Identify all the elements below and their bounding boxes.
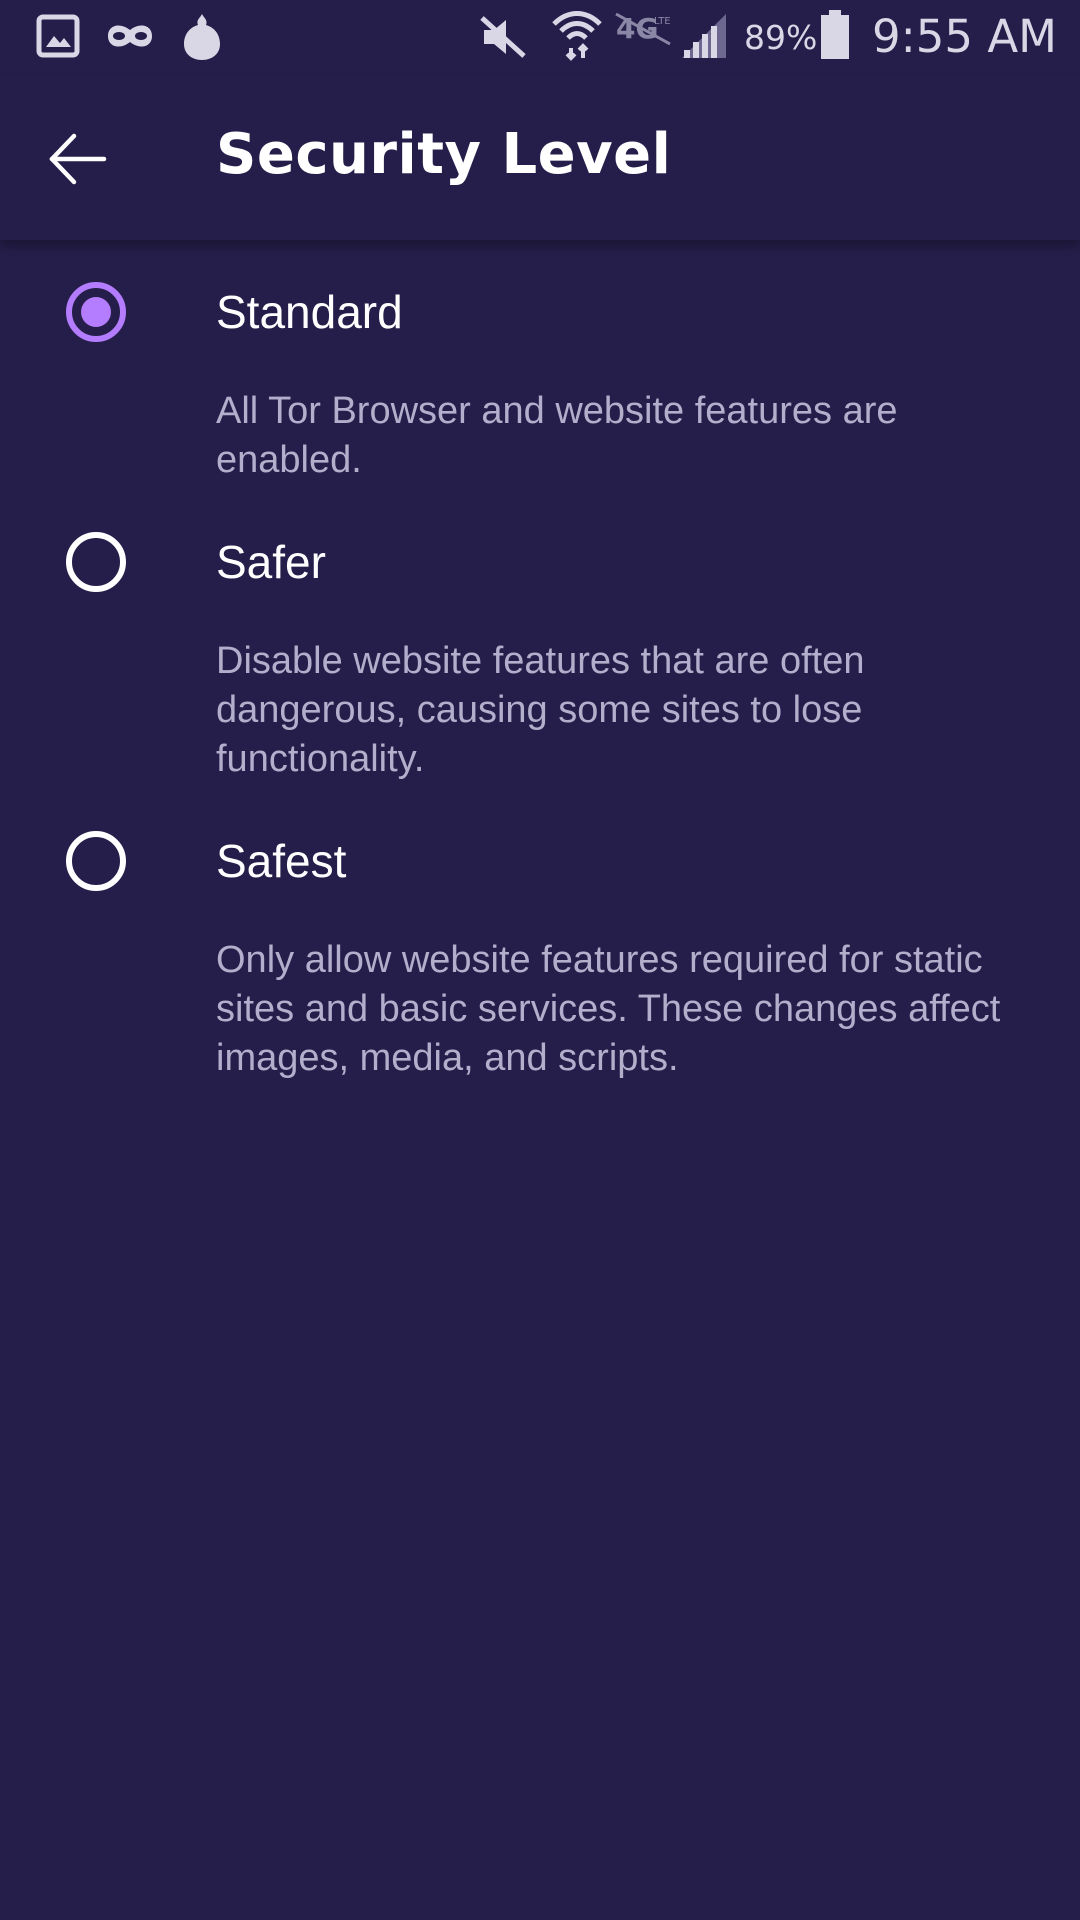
wifi-icon bbox=[552, 11, 602, 61]
app-bar: Security Level bbox=[0, 76, 1080, 240]
option-standard-label: Standard bbox=[216, 286, 403, 338]
back-button[interactable] bbox=[46, 128, 108, 190]
battery-percent: 89% bbox=[744, 18, 818, 57]
battery-icon bbox=[821, 10, 849, 59]
option-safest[interactable]: Safest Only allow website features requi… bbox=[0, 789, 1080, 1089]
radio-safest[interactable] bbox=[66, 831, 126, 891]
lte-icon: 4G LTE bbox=[615, 12, 671, 46]
incognito-mask-icon bbox=[108, 25, 152, 47]
option-safest-label: Safest bbox=[216, 835, 347, 887]
option-safer-label: Safer bbox=[216, 536, 326, 588]
option-standard-description: All Tor Browser and website features are… bbox=[216, 390, 898, 481]
cell-signal-icon bbox=[682, 14, 726, 58]
option-standard[interactable]: Standard All Tor Browser and website fea… bbox=[0, 240, 1080, 490]
gallery-icon bbox=[36, 14, 80, 58]
radio-safer[interactable] bbox=[66, 532, 126, 592]
radio-standard[interactable] bbox=[66, 282, 126, 342]
page-title: Security Level bbox=[216, 122, 672, 187]
status-clock: 9:55 AM bbox=[872, 10, 1057, 63]
mute-icon bbox=[480, 16, 526, 58]
tor-onion-icon bbox=[184, 14, 220, 60]
option-safer[interactable]: Safer Disable website features that are … bbox=[0, 490, 1080, 790]
option-safest-description: Only allow website features required for… bbox=[216, 939, 1001, 1079]
svg-text:LTE: LTE bbox=[654, 16, 671, 27]
option-safer-description: Disable website features that are often … bbox=[216, 640, 865, 780]
back-arrow-icon bbox=[49, 133, 107, 185]
status-bar: 4G LTE 89% 9:55 AM bbox=[0, 0, 1080, 76]
